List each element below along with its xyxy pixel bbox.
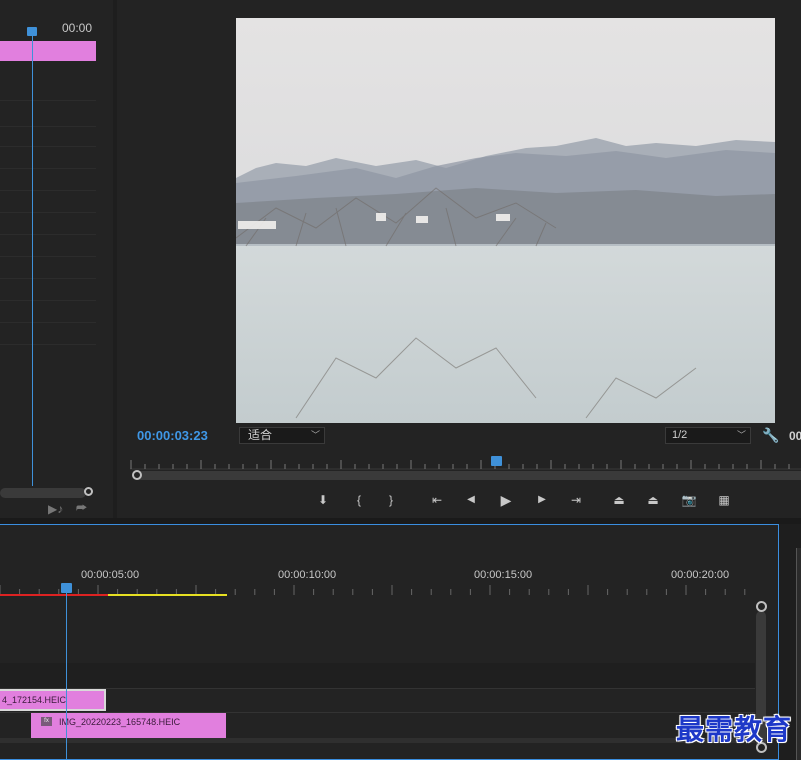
track-row[interactable] [0,663,755,688]
clip-label: 4_172154.HEIC [2,695,67,705]
timeline-clip[interactable]: fx IMG_20220223_165748.HEIC [31,713,226,738]
timeline-clip[interactable]: 4_172154.HEIC [0,689,106,711]
audio-note-icon[interactable]: ▶♪ [48,502,63,516]
lift-button[interactable]: ⏏ [608,490,630,510]
source-clip-bar[interactable] [0,41,96,61]
export-frame-icon[interactable]: ⮫ [76,501,87,516]
video-preview [236,18,775,423]
timeline-time-label: 00:00:20:00 [671,569,730,581]
timeline-horizontal-scrollbar[interactable] [0,738,755,743]
mark-in-button[interactable]: { [348,490,370,510]
track-divider [0,688,755,689]
step-forward-button[interactable]: ▶ [531,490,553,510]
go-to-out-button[interactable]: ⇥ [565,490,587,510]
source-playhead-line [32,34,33,486]
step-back-button[interactable]: ◀ [460,490,482,510]
timeline-playhead-handle[interactable] [61,583,72,593]
source-panel [0,0,113,518]
chevron-down-icon: ﹀ [310,430,320,440]
source-playhead-handle[interactable] [27,27,37,36]
add-marker-button[interactable]: ⬇ [312,490,334,510]
watermark-logo: 最需教育 [676,713,793,746]
resolution-value: 1/2 [672,429,688,441]
chevron-down-icon: ﹀ [736,430,746,440]
export-frame-button[interactable]: 📷 [678,490,700,510]
extract-button[interactable]: ⏏ [642,490,664,510]
go-to-in-button[interactable]: ⇤ [426,490,448,510]
render-bar-red [0,594,108,596]
transport-controls: ⬇ {} ⇤ ◀ ▶ ▶ ⇥ ⏏ ⏏ 📷 ▦ [300,490,760,510]
timeline-time-label: 00:00:10:00 [278,569,337,581]
program-playhead-handle[interactable] [490,456,502,466]
wrench-icon[interactable]: 🔧 [762,427,779,444]
source-scrollbar-handle[interactable] [84,487,93,496]
fx-badge-icon: fx [41,717,52,726]
duration-timecode: 00 [789,429,801,443]
timeline-playhead-line [66,593,67,760]
mark-out-button[interactable]: } [380,490,402,510]
fit-zoom-value: 适合 [248,428,273,442]
program-timecode[interactable]: 00:00:03:23 [137,428,208,443]
playback-resolution-select[interactable]: 1/2 ﹀ [665,427,751,444]
program-scrollbar-handle[interactable] [132,470,142,480]
timeline-time-label: 00:00:05:00 [81,569,140,581]
render-bar-yellow [108,594,227,596]
timeline-time-label: 00:00:15:00 [474,569,533,581]
fit-zoom-select[interactable]: 适合 ﹀ [239,427,325,444]
clip-label: IMG_20220223_165748.HEIC [59,717,181,727]
right-panel-inner [796,548,801,760]
program-zoom-scrollbar[interactable] [137,471,801,480]
source-scrollbar[interactable] [0,488,86,498]
scrollbar-handle-top[interactable] [756,601,767,612]
program-time-ruler[interactable] [130,452,801,470]
play-button[interactable]: ▶ [495,490,517,510]
source-timecode: 00:00 [62,21,93,35]
compare-view-button[interactable]: ▦ [713,490,735,510]
